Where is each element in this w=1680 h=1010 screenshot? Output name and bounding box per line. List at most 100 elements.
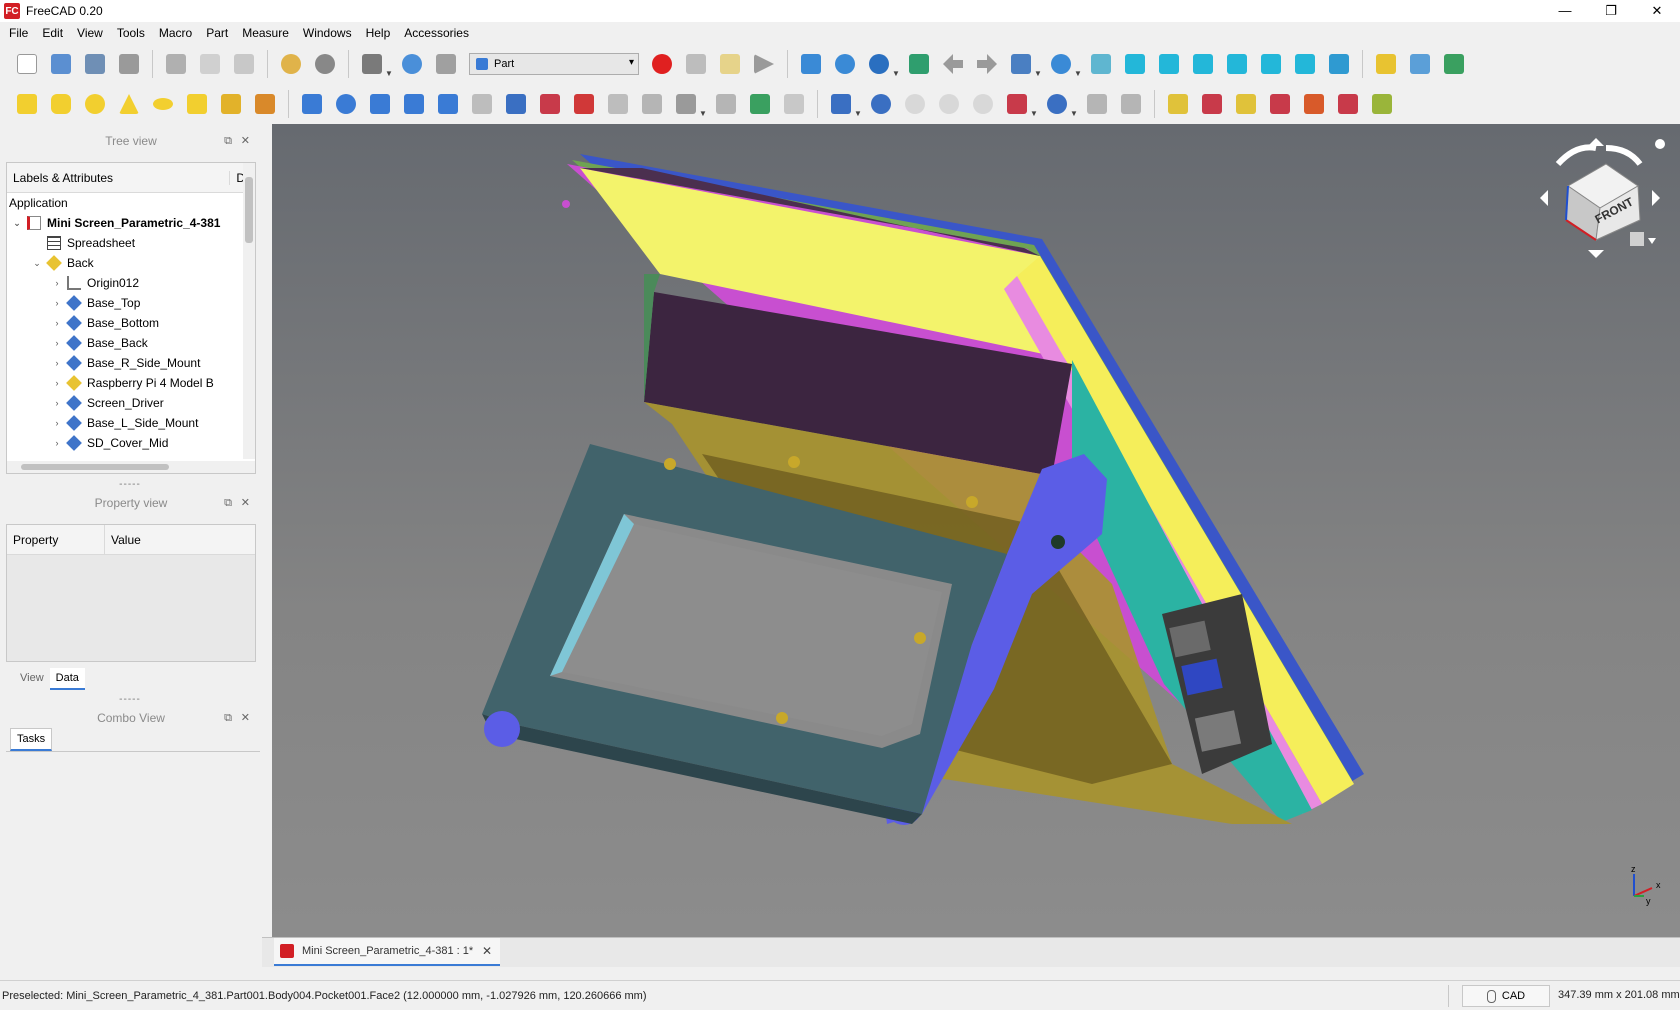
navcube-chevron-down-icon[interactable] (1648, 238, 1656, 244)
model-render[interactable] (272, 124, 1680, 937)
part-cone-button[interactable] (114, 89, 144, 119)
tree-item[interactable]: › Base_Bottom (7, 313, 255, 333)
part-projection-button[interactable] (745, 89, 775, 119)
tree-item[interactable]: › Base_R_Side_Mount (7, 353, 255, 373)
menu-file[interactable]: File (2, 22, 35, 44)
menu-measure[interactable]: Measure (235, 22, 296, 44)
tree-item[interactable]: › SD_Cover_Mid (7, 433, 255, 453)
workbench-selector[interactable]: Part ▾ (469, 53, 639, 75)
document-tab[interactable]: Mini Screen_Parametric_4-381 : 1* ✕ (274, 938, 500, 966)
draw-style-button[interactable] (864, 49, 894, 79)
tree-application-row[interactable]: Application (7, 193, 255, 213)
part-cylinder-button[interactable] (46, 89, 76, 119)
property-column-header[interactable]: Property (7, 525, 105, 554)
close-tab-icon[interactable]: ✕ (482, 944, 492, 958)
part-thickness-button[interactable] (711, 89, 741, 119)
measure-linear-button[interactable] (1163, 89, 1193, 119)
chevron-right-icon[interactable]: › (51, 418, 63, 428)
view-right-button[interactable] (1188, 49, 1218, 79)
property-view[interactable]: Property Value (6, 524, 256, 662)
property-table-body[interactable] (7, 555, 255, 661)
part-make-face-button[interactable] (467, 89, 497, 119)
menu-view[interactable]: View (70, 22, 110, 44)
view-left-button[interactable] (1290, 49, 1320, 79)
part-section-button[interactable] (603, 89, 633, 119)
3d-viewport[interactable]: FRONT z x y (272, 124, 1680, 937)
measure-toggle-delta-button[interactable] (1333, 89, 1363, 119)
menu-tools[interactable]: Tools (110, 22, 152, 44)
menu-help[interactable]: Help (359, 22, 398, 44)
close-window-button[interactable]: ✕ (1634, 0, 1680, 22)
float-panel-icon[interactable]: ⧉ (224, 492, 232, 514)
float-panel-icon[interactable]: ⧉ (224, 130, 232, 152)
view-isometric-button[interactable] (1086, 49, 1116, 79)
navigation-style-button[interactable]: CAD (1462, 985, 1550, 1007)
tree-item[interactable]: › Raspberry Pi 4 Model B (7, 373, 255, 393)
tab-tasks[interactable]: Tasks (10, 728, 53, 751)
measure-distance-button[interactable] (1324, 49, 1354, 79)
dropdown-arrow-icon[interactable]: ▼ (1074, 69, 1082, 78)
new-document-button[interactable] (12, 49, 42, 79)
part-chamfer-button[interactable] (433, 89, 463, 119)
execute-macro-button[interactable] (749, 49, 779, 79)
tab-view[interactable]: View (14, 668, 50, 690)
menu-macro[interactable]: Macro (152, 22, 199, 44)
close-panel-icon[interactable]: ✕ (241, 707, 250, 729)
recompute-button[interactable] (397, 49, 427, 79)
part-sweep-button[interactable] (569, 89, 599, 119)
panel-splitter-handle[interactable]: ----- (110, 479, 150, 490)
refresh-button[interactable] (357, 49, 387, 79)
measure-toggle-3d-button[interactable] (1299, 89, 1329, 119)
part-split-button[interactable] (1042, 89, 1072, 119)
view-top-button[interactable] (1154, 49, 1184, 79)
navcube-menu-dot-icon[interactable] (1655, 139, 1665, 149)
tree-horizontal-scrollbar[interactable] (7, 461, 255, 473)
macros-button[interactable] (715, 49, 745, 79)
sync-view-button[interactable] (1006, 49, 1036, 79)
part-shape-builder-button[interactable] (250, 89, 280, 119)
std-views-button[interactable] (1046, 49, 1076, 79)
dropdown-arrow-icon[interactable]: ▼ (699, 109, 707, 118)
part-cross-sections-button[interactable] (637, 89, 667, 119)
menu-part[interactable]: Part (199, 22, 235, 44)
part-compound-button[interactable] (826, 89, 856, 119)
tree-document-row[interactable]: ⌄ Mini Screen_Parametric_4-381 (7, 213, 255, 233)
chevron-down-icon[interactable]: ⌄ (31, 258, 43, 269)
scrollbar-thumb[interactable] (245, 177, 253, 243)
chevron-right-icon[interactable]: › (51, 338, 63, 348)
chevron-right-icon[interactable]: › (51, 378, 63, 388)
float-panel-icon[interactable]: ⧉ (224, 707, 232, 729)
tree-item[interactable]: ⌄ Back (7, 253, 255, 273)
part-primitives-button[interactable] (216, 89, 246, 119)
value-column-header[interactable]: Value (105, 525, 141, 554)
part-check-geometry-button[interactable] (1082, 89, 1112, 119)
navcube-roll-left-icon[interactable] (1555, 144, 1597, 167)
panel-splitter-handle[interactable]: ----- (110, 694, 150, 705)
dropdown-arrow-icon[interactable]: ▼ (385, 69, 393, 78)
navcube-view-menu-icon[interactable] (1630, 232, 1644, 246)
part-defeaturing-button[interactable] (1116, 89, 1146, 119)
close-panel-icon[interactable]: ✕ (241, 492, 250, 514)
menu-edit[interactable]: Edit (35, 22, 70, 44)
close-panel-icon[interactable]: ✕ (241, 130, 250, 152)
open-button[interactable] (46, 49, 76, 79)
fit-selection-button[interactable] (830, 49, 860, 79)
part-extrude-button[interactable] (297, 89, 327, 119)
part-boolean-button[interactable] (866, 89, 896, 119)
part-sphere-button[interactable] (80, 89, 110, 119)
part-cut-button[interactable] (900, 89, 930, 119)
view-forward-button[interactable] (972, 49, 1002, 79)
stop-macro-button[interactable] (681, 49, 711, 79)
navcube-graphic[interactable]: FRONT (1536, 134, 1666, 264)
copy-button[interactable] (195, 49, 225, 79)
navigation-cube[interactable]: FRONT (1536, 134, 1666, 264)
record-macro-button[interactable] (647, 49, 677, 79)
tree-column-header[interactable]: Labels & Attributes D (7, 163, 255, 193)
save-button[interactable] (80, 49, 110, 79)
tree-vertical-scrollbar[interactable] (243, 163, 255, 459)
tab-data[interactable]: Data (49, 668, 85, 690)
create-part-button[interactable] (1371, 49, 1401, 79)
menu-accessories[interactable]: Accessories (397, 22, 476, 44)
part-join-button[interactable] (1002, 89, 1032, 119)
tree-item[interactable]: › Base_Back (7, 333, 255, 353)
